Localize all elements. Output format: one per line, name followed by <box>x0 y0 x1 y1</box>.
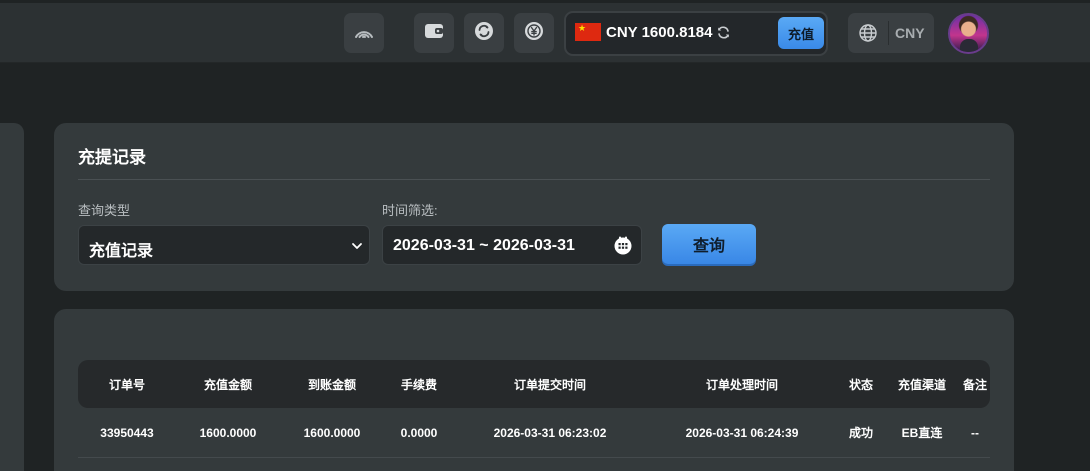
refresh-icon[interactable] <box>716 25 731 45</box>
divider <box>888 21 889 45</box>
filter-card: 充提记录 查询类型 充值记录 时间筛选: 2026-03-31 ~ 2026-0… <box>54 123 1014 291</box>
column-header: 状态 <box>848 377 873 392</box>
column-header: 手续费 <box>400 377 437 392</box>
balance-display: CNY 1600.8184 <box>606 24 712 41</box>
globe-icon <box>858 23 878 48</box>
column-header: 充值金额 <box>203 377 252 392</box>
balance-box: ★ CNY 1600.8184 充值 <box>564 11 828 56</box>
records-table: 订单号 充值金额 到账金额 手续费 订单提交时间 订单处理时间 状态 充值渠道 … <box>78 360 990 458</box>
column-header: 订单处理时间 <box>705 377 778 392</box>
chevron-down-icon <box>351 239 363 257</box>
side-panel <box>0 123 24 471</box>
query-type-value: 充值记录 <box>89 243 154 260</box>
withdraw-button[interactable] <box>514 13 554 53</box>
query-type-select[interactable]: 充值记录 <box>78 225 370 265</box>
exchange-icon <box>473 20 495 47</box>
column-header: 备注 <box>962 377 987 392</box>
date-range-value: 2026-03-31 ~ 2026-03-31 <box>393 237 575 254</box>
records-card: 订单号 充值金额 到账金额 手续费 订单提交时间 订单处理时间 状态 充值渠道 … <box>54 309 1014 471</box>
signal-icon <box>353 22 375 45</box>
recharge-button[interactable]: 充值 <box>778 17 824 49</box>
submit-time-cell: 2026-03-31 06:23:02 <box>493 425 607 440</box>
page-title: 充提记录 <box>78 148 146 167</box>
column-header: 到账金额 <box>307 377 356 392</box>
china-flag-icon: ★ <box>575 23 601 41</box>
time-filter-label: 时间筛选: <box>382 203 438 218</box>
channel-cell: EB直连 <box>901 426 943 440</box>
query-type-label: 查询类型 <box>78 203 131 218</box>
language-currency-selector[interactable]: CNY <box>848 13 934 53</box>
status-cell: 成功 <box>848 426 873 440</box>
recharge-amount-cell: 1600.0000 <box>199 425 257 440</box>
divider <box>78 179 990 180</box>
calendar-icon <box>613 235 633 260</box>
currency-label: CNY <box>895 25 925 41</box>
user-avatar[interactable] <box>948 13 989 54</box>
wallet-button[interactable] <box>414 13 454 53</box>
column-header: 订单提交时间 <box>513 377 586 392</box>
column-header: 订单号 <box>108 377 145 392</box>
order-id-cell: 33950443 <box>100 425 154 440</box>
top-bar: ★ CNY 1600.8184 充值 CNY <box>0 3 1090 63</box>
table-header: 订单号 充值金额 到账金额 手续费 订单提交时间 订单处理时间 状态 充值渠道 … <box>78 360 990 408</box>
exchange-button[interactable] <box>464 13 504 53</box>
column-header: 充值渠道 <box>897 377 946 392</box>
query-button[interactable]: 查询 <box>662 224 756 264</box>
remark-cell: -- <box>971 425 979 440</box>
process-time-cell: 2026-03-31 06:24:39 <box>685 425 799 440</box>
wallet-icon <box>423 21 445 46</box>
fee-cell: 0.0000 <box>400 425 438 440</box>
date-range-picker[interactable]: 2026-03-31 ~ 2026-03-31 <box>382 225 642 265</box>
balance-amount: 1600.8184 <box>641 24 713 41</box>
yuan-coin-icon <box>523 20 545 47</box>
received-amount-cell: 1600.0000 <box>303 425 361 440</box>
balance-currency: CNY <box>606 24 638 41</box>
signal-button[interactable] <box>344 13 384 53</box>
table-row: 33950443 1600.0000 1600.0000 0.0000 2026… <box>78 408 990 458</box>
